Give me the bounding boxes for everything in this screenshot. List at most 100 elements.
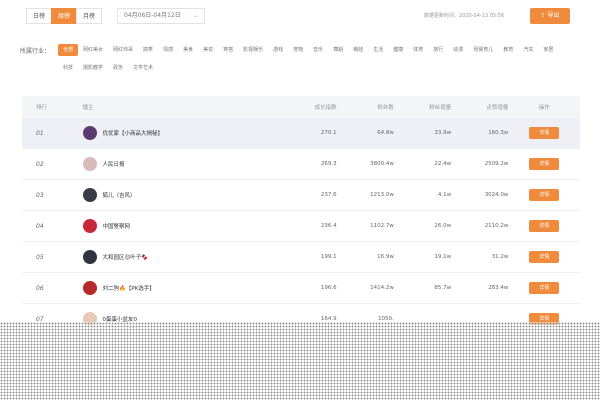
rank-number: 03 xyxy=(36,191,44,199)
fans-increase: 85.7w xyxy=(434,285,452,291)
fans-count: 1102.7w xyxy=(370,223,394,229)
streamer-name[interactable]: 刘二狗🔥【PK选手】 xyxy=(103,284,155,292)
avatar xyxy=(82,219,97,233)
streamer-name[interactable]: 中国警察网 xyxy=(103,222,131,230)
fans-count: 3800.4w xyxy=(370,161,394,167)
industry-tag[interactable]: 游戏 xyxy=(268,44,288,56)
export-icon: ⇪ xyxy=(540,12,546,19)
industry-tag[interactable]: 网红帅哥 xyxy=(108,44,138,56)
detail-button[interactable]: 详情 xyxy=(529,158,560,170)
table-header: 排行 播主 成长指数 粉丝数 粉丝增量 点赞增量 操作 xyxy=(22,96,580,118)
streamer-name[interactable]: 大和园区😊叶子🍫 xyxy=(103,253,149,261)
table-row[interactable]: 04 中国警察网 236.4 1102.7w 26.0w 2110.2w 详情 xyxy=(22,211,580,242)
fans-increase: 33.9w xyxy=(434,130,452,136)
growth-index: 270.1 xyxy=(320,130,337,136)
table-row[interactable]: 01 优优家【小商品大揭秘】 270.1 64.8w 33.9w 160.3w 详情 xyxy=(22,118,580,149)
industry-tag[interactable]: 音乐 xyxy=(308,44,328,56)
table-body: 01 优优家【小商品大揭秘】 270.1 64.8w 33.9w 160.3w 详情 02 人民… xyxy=(22,118,580,335)
growth-index: 269.3 xyxy=(320,161,337,167)
detail-button[interactable]: 详情 xyxy=(529,220,560,232)
likes-increase: 2509.2w xyxy=(484,161,509,167)
streamer-cell[interactable]: 狐儿（吉风） xyxy=(82,188,280,202)
period-button[interactable]: 月榜 xyxy=(76,8,102,24)
streamer-name[interactable]: 狐儿（吉风） xyxy=(103,191,136,199)
date-range-picker[interactable]: 04月06日-04月12日 ⌄ xyxy=(117,8,205,24)
chevron-down-icon: ⌄ xyxy=(192,12,198,19)
export-label: 导出 xyxy=(547,12,560,19)
fans-count: 1213.0w xyxy=(370,192,394,198)
detail-button[interactable]: 详情 xyxy=(529,127,560,139)
industry-tag[interactable]: 教育 xyxy=(498,44,518,56)
detail-button[interactable]: 详情 xyxy=(529,251,560,263)
industry-tag[interactable]: 旅行 xyxy=(428,44,448,56)
rank-number: 01 xyxy=(36,129,44,137)
industry-tag[interactable]: 情感 xyxy=(158,44,178,56)
operation-cell: 详情 xyxy=(508,220,580,232)
column-header: 粉丝数 xyxy=(377,105,394,111)
period-button[interactable]: 日榜 xyxy=(26,8,52,24)
industry-tag[interactable]: 影视娱乐 xyxy=(238,44,268,56)
industry-tag[interactable]: 科技 xyxy=(58,62,78,74)
growth-index: 196.6 xyxy=(320,285,337,291)
date-range-value: 04月06日-04月12日 xyxy=(124,12,181,19)
industry-tag[interactable]: 母婴育儿 xyxy=(468,44,498,56)
avatar xyxy=(82,157,97,171)
streamer-cell[interactable]: 大和园区😊叶子🍫 xyxy=(82,250,280,264)
rank-number: 02 xyxy=(36,160,44,168)
period-button[interactable]: 周榜 xyxy=(51,8,77,24)
industry-tag[interactable]: 汽车 xyxy=(518,44,538,56)
industry-tag[interactable]: 美食 xyxy=(178,44,198,56)
industry-tag[interactable]: 宠物 xyxy=(288,44,308,56)
fans-count: 64.8w xyxy=(377,130,394,136)
rank-number: 05 xyxy=(36,253,44,261)
column-header: 成长指数 xyxy=(314,105,337,111)
table-row[interactable]: 06 刘二狗🔥【PK选手】 196.6 1414.2w 85.7w 283.4w 详情 xyxy=(22,273,580,304)
industry-tag[interactable]: 健康 xyxy=(388,44,408,56)
avatar xyxy=(82,250,97,264)
likes-increase: 31.2w xyxy=(491,254,509,260)
table-row[interactable]: 02 人民日报 269.3 3800.4w 22.4w 2509.2w 详情 xyxy=(22,149,580,180)
growth-index: 237.6 xyxy=(320,192,337,198)
industry-tag[interactable]: 生活 xyxy=(368,44,388,56)
streamer-name[interactable]: 优优家【小商品大揭秘】 xyxy=(103,129,164,137)
avatar xyxy=(82,281,97,295)
industry-tag[interactable]: 摄影教学 xyxy=(78,62,108,74)
industry-tag[interactable]: 萌娃 xyxy=(348,44,368,56)
table-row[interactable]: 03 狐儿（吉风） 237.6 1213.0w 4.1w 3024.0w 详情 xyxy=(22,180,580,211)
industry-tag[interactable]: 体育 xyxy=(408,44,428,56)
column-header: 粉丝增量 xyxy=(429,105,452,111)
operation-cell: 详情 xyxy=(508,251,580,263)
industry-tag[interactable]: 家居 xyxy=(538,44,558,56)
operation-cell: 详情 xyxy=(508,189,580,201)
industry-tag[interactable]: 美妆 xyxy=(198,44,218,56)
industry-tag[interactable]: 全部 xyxy=(58,44,79,56)
screen-moire-overlay xyxy=(0,322,600,400)
streamer-cell[interactable]: 中国警察网 xyxy=(82,219,280,233)
industry-tag[interactable]: 网红美女 xyxy=(78,44,108,56)
detail-button[interactable]: 详情 xyxy=(529,189,560,201)
table-row[interactable]: 05 大和园区😊叶子🍫 199.1 16.9w 19.1w 31.2w 详情 xyxy=(22,242,580,273)
detail-button[interactable]: 详情 xyxy=(529,282,560,294)
industry-tag[interactable]: 政务 xyxy=(108,62,128,74)
column-header: 播主 xyxy=(82,105,94,111)
industry-tag[interactable]: 动漫 xyxy=(448,44,468,56)
streamer-cell[interactable]: 刘二狗🔥【PK选手】 xyxy=(82,281,280,295)
fans-count: 16.9w xyxy=(377,254,394,260)
rank-number: 04 xyxy=(36,222,44,230)
likes-increase: 2110.2w xyxy=(484,223,509,229)
rank-number: 06 xyxy=(36,284,44,292)
period-toggle: 日榜 周榜 月榜 xyxy=(26,8,102,24)
ranking-table: 排行 播主 成长指数 粉丝数 粉丝增量 点赞增量 操作 01 优优家【小商品大揭秘】 270.1… xyxy=(22,96,580,335)
fans-increase: 19.1w xyxy=(434,254,452,260)
fans-increase: 22.4w xyxy=(434,161,452,167)
industry-tags: 全部 网红美女 网红帅哥 搞笑 情感 美食 美妆 穿搭 影视娱乐 游戏 宠物 音乐 舞蹈 萌娃 生活 健康 体育… xyxy=(58,44,578,74)
industry-tag[interactable]: 文学艺术 xyxy=(128,62,158,74)
streamer-cell[interactable]: 优优家【小商品大揭秘】 xyxy=(82,126,280,140)
streamer-cell[interactable]: 人民日报 xyxy=(82,157,280,171)
export-button[interactable]: ⇪ 导出 xyxy=(530,8,570,24)
column-header: 点赞增量 xyxy=(486,105,509,111)
industry-tag[interactable]: 穿搭 xyxy=(218,44,238,56)
streamer-name[interactable]: 人民日报 xyxy=(103,160,125,168)
industry-tag[interactable]: 搞笑 xyxy=(138,44,158,56)
industry-tag[interactable]: 舞蹈 xyxy=(328,44,348,56)
